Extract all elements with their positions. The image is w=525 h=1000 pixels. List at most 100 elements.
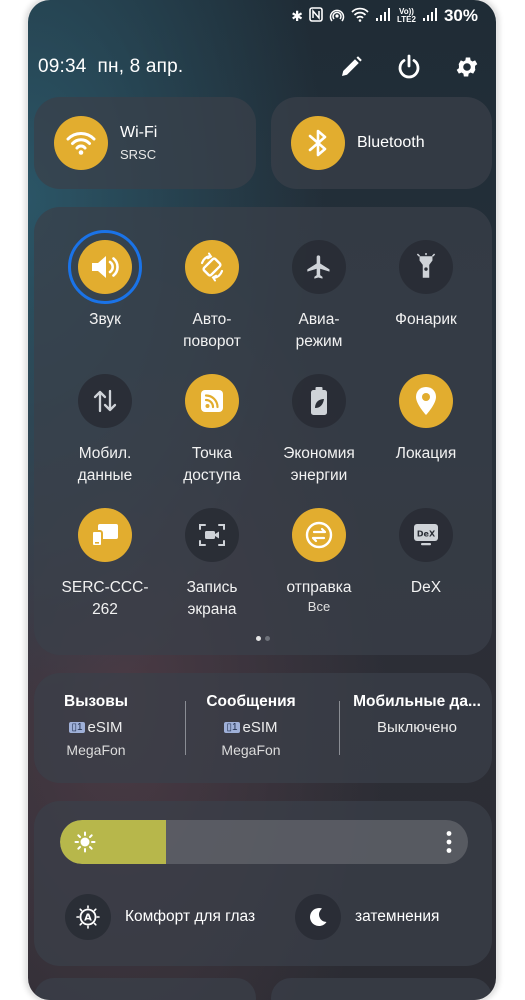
quick-tiles-grid: Звук Авто- поворот Авиа- режим Фонарик Мобил… [34, 207, 492, 655]
dex-icon: DeX [412, 522, 440, 548]
tile-screen-record[interactable]: Запись экрана [156, 508, 268, 621]
bottom-tile-right[interactable] [271, 978, 492, 1000]
power-saving-toggle[interactable] [292, 374, 346, 428]
tile-sharing[interactable]: отправка Все [263, 508, 375, 614]
hotspot-icon [199, 388, 225, 414]
tile-hotspot[interactable]: Точка доступа [156, 374, 268, 487]
screen-record-icon [198, 522, 226, 548]
bottom-tile-left[interactable] [34, 978, 256, 1000]
power-icon[interactable] [394, 52, 424, 82]
wifi-status-icon [351, 7, 369, 25]
sim-mobile-data[interactable]: Мобильные да... Выключено [342, 693, 492, 736]
screen-record-toggle[interactable] [185, 508, 239, 562]
tile-serc[interactable]: SERC-CCC- 262 [49, 508, 161, 621]
wifi-tile[interactable]: Wi-Fi SRSC [34, 97, 256, 189]
tile-label: SERC-CCC- 262 [61, 579, 149, 618]
sim-calls-title: Вызовы [64, 693, 128, 710]
sim-calls-operator: MegaFon [66, 742, 126, 758]
tile-label: Авто- поворот [183, 311, 241, 350]
tile-label: DeX [410, 579, 442, 596]
dark-mode-label: затемнения [355, 908, 440, 925]
tile-label: Авиа- режим [295, 311, 343, 350]
svg-text:DeX: DeX [417, 530, 436, 539]
tile-label: отправка [286, 579, 352, 596]
airplane-icon [305, 253, 333, 281]
devices-icon [90, 522, 120, 548]
sim-messages-title: Сообщения [206, 693, 296, 710]
tile-location[interactable]: Локация [370, 374, 482, 465]
page-indicator[interactable] [34, 636, 492, 641]
mobile-signal-icon [422, 7, 438, 25]
tile-label: Локация [395, 445, 457, 462]
bluetooth-toggle[interactable] [291, 116, 345, 170]
bluetooth-status-icon: ✱ [291, 7, 303, 24]
bluetooth-tile[interactable]: Bluetooth [271, 97, 492, 189]
moon-icon [295, 894, 341, 940]
tile-mobile-data[interactable]: Мобил. данные [49, 374, 161, 487]
network-type: Vo)) LTE2 [397, 7, 416, 24]
bluetooth-label: Bluetooth [357, 134, 425, 151]
eye-comfort-toggle[interactable]: A Комфорт для глаз [65, 894, 255, 940]
tile-sound[interactable]: Звук [49, 230, 161, 331]
wifi-toggle[interactable] [54, 116, 108, 170]
brightness-slider[interactable] [60, 820, 468, 864]
tile-autorotate[interactable]: Авто- поворот [156, 240, 268, 353]
hotspot-toggle[interactable] [185, 374, 239, 428]
nfc-icon [309, 7, 323, 25]
hotspot-status-icon [329, 7, 345, 26]
tile-label: Звук [89, 311, 121, 328]
tile-label: Фонарик [395, 311, 457, 328]
more-options-icon[interactable] [446, 830, 452, 859]
quick-share-icon [304, 520, 334, 550]
battery-leaf-icon [308, 386, 330, 416]
wifi-network: SRSC [120, 147, 157, 162]
autorotate-toggle[interactable] [185, 240, 239, 294]
page-dot[interactable] [265, 636, 270, 641]
page-dot[interactable] [256, 636, 261, 641]
mobile-data-toggle[interactable] [78, 374, 132, 428]
tile-label: Запись экрана [186, 579, 238, 618]
airplane-toggle[interactable] [292, 240, 346, 294]
dark-mode-toggle[interactable]: затемнения [295, 894, 439, 940]
sim-calls[interactable]: Вызовы ▯1 eSIM MegaFon [28, 693, 171, 758]
tile-label: Мобил. данные [77, 445, 133, 484]
data-arrows-icon [91, 387, 119, 415]
sim-data-title: Мобильные да... [353, 693, 481, 710]
signal-icon [375, 7, 391, 25]
wifi-icon [66, 132, 96, 155]
rotate-icon [197, 252, 227, 282]
panel-header: 09:34 пн, 8 апр. [38, 52, 482, 82]
quick-settings-panel: ✱ Vo)) LTE2 30% 09:34 пн, 8 апр. Wi-Fi S… [28, 0, 496, 1000]
settings-gear-icon[interactable] [452, 52, 482, 82]
eye-comfort-icon: A [65, 894, 111, 940]
location-pin-icon [414, 386, 438, 416]
tile-sublabel: Все [307, 599, 331, 614]
esim-icon: ▯1 [69, 722, 85, 733]
clock-date[interactable]: 09:34 пн, 8 апр. [38, 56, 183, 78]
wifi-label: Wi-Fi [120, 124, 158, 141]
battery-level: 30% [443, 6, 478, 25]
divider [339, 701, 340, 755]
svg-text:A: A [84, 913, 92, 924]
location-toggle[interactable] [399, 374, 453, 428]
edit-pencil-icon[interactable] [336, 52, 366, 82]
focus-ring [68, 230, 142, 304]
status-bar: ✱ Vo)) LTE2 30% [291, 6, 478, 26]
eye-comfort-label: Комфорт для глаз [125, 908, 256, 925]
tile-power-saving[interactable]: Экономия энергии [263, 374, 375, 487]
tile-dex[interactable]: DeX DeX [370, 508, 482, 599]
tile-flashlight[interactable]: Фонарик [370, 240, 482, 331]
tile-airplane[interactable]: Авиа- режим [263, 240, 375, 353]
serc-toggle[interactable] [78, 508, 132, 562]
dex-toggle[interactable]: DeX [399, 508, 453, 562]
flashlight-toggle[interactable] [399, 240, 453, 294]
sim-messages-operator: MegaFon [221, 742, 281, 758]
sim-messages[interactable]: Сообщения ▯1 eSIM MegaFon [176, 693, 326, 758]
sim-manager-card[interactable]: Вызовы ▯1 eSIM MegaFon Сообщения ▯1 eSIM M… [34, 673, 492, 783]
brightness-card: A Комфорт для глаз затемнения [34, 801, 492, 966]
sharing-toggle[interactable] [292, 508, 346, 562]
flashlight-icon [413, 253, 439, 281]
tile-label: Точка доступа [183, 445, 241, 484]
bluetooth-icon [308, 129, 327, 157]
tile-label: Экономия энергии [283, 445, 355, 484]
